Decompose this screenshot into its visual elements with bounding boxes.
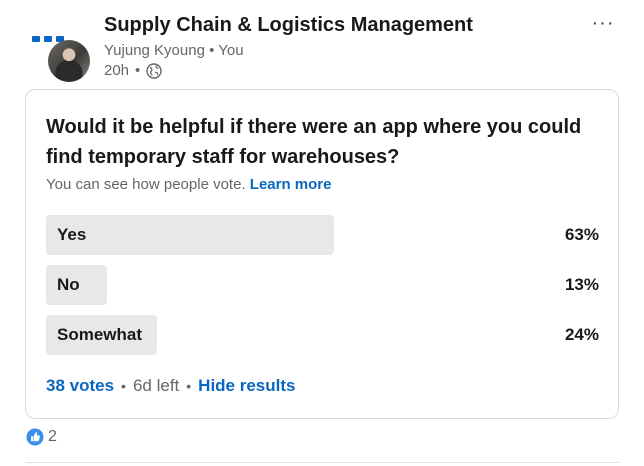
poll-option-label: No [57, 275, 80, 294]
poll-option-yes[interactable]: Yes 63% [46, 215, 599, 255]
post-time: 20h [104, 62, 130, 79]
poll-option-percent: 63% [564, 225, 599, 244]
poll-option-label: Yes [57, 225, 87, 244]
vote-note-text: You can see how people vote. [46, 176, 246, 193]
logo-mark [44, 36, 52, 42]
time-line: 20h • [104, 62, 162, 79]
logo-mark [32, 36, 40, 42]
poll-card: Would it be helpful if there were an app… [25, 89, 619, 419]
author-line: Yujung Kyoung • You [104, 42, 244, 59]
poll-option-percent: 24% [564, 325, 599, 344]
separator-dot: • [186, 378, 192, 394]
more-options-button[interactable]: ··· [590, 10, 616, 36]
poll-option-no[interactable]: No 13% [46, 265, 599, 305]
group-name[interactable]: Supply Chain & Logistics Management [104, 14, 473, 37]
like-icon [26, 428, 44, 446]
vote-visibility-note: You can see how people vote. Learn more [46, 176, 331, 193]
votes-count-link[interactable]: 38 votes [46, 376, 114, 396]
learn-more-link[interactable]: Learn more [250, 176, 332, 193]
separator-dot: • [121, 378, 126, 394]
poll-option-label: Somewhat [57, 325, 143, 344]
author-name[interactable]: Yujung Kyoung [104, 42, 205, 59]
poll-option-percent: 13% [564, 275, 599, 294]
post-header: Supply Chain & Logistics Management Yuju… [0, 0, 644, 86]
time-left: 6d left [132, 376, 180, 395]
hide-results-link[interactable]: Hide results [198, 376, 295, 396]
avatar[interactable] [48, 40, 90, 82]
poll-question: Would it be helpful if there were an app… [46, 116, 582, 168]
separator-dot: • [135, 62, 141, 79]
reactions-summary[interactable]: 2 [26, 428, 57, 446]
poll-footer: 38 votes • 6d left • Hide results [46, 376, 295, 396]
poll-option-somewhat[interactable]: Somewhat 24% [46, 315, 599, 355]
more-horizontal-icon: ··· [591, 11, 615, 34]
poll-option-bar [46, 215, 334, 255]
globe-icon [146, 62, 162, 79]
separator-dot: • [209, 42, 219, 59]
reaction-count: 2 [48, 428, 57, 445]
author-suffix: You [218, 42, 244, 59]
divider [26, 462, 620, 463]
